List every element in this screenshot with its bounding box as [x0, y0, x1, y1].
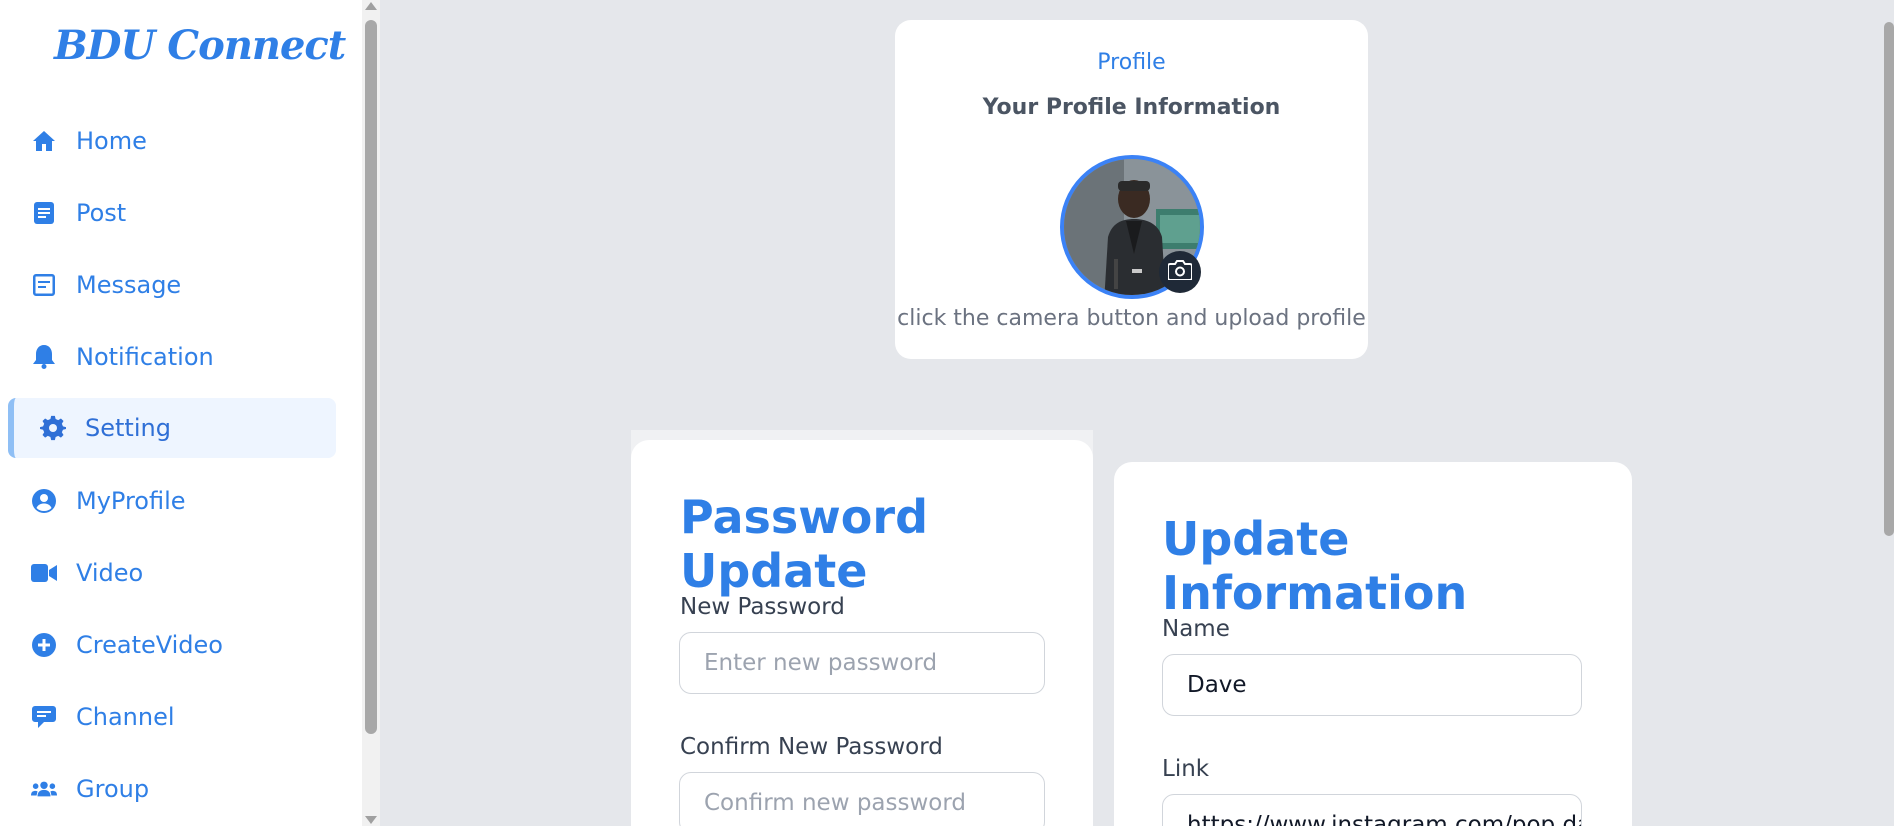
sidebar-item-label: MyProfile [76, 487, 186, 515]
confirm-password-input[interactable]: Confirm new password [679, 772, 1045, 826]
camera-upload-button[interactable] [1159, 251, 1201, 293]
sidebar-scrollbar-thumb[interactable] [365, 20, 377, 734]
sidebar-item-label: Setting [85, 414, 171, 442]
scroll-up-arrow-icon[interactable] [365, 2, 377, 10]
page-scrollbar-thumb[interactable] [1884, 22, 1894, 536]
profile-upload-hint: click the camera button and upload profi… [897, 306, 1366, 331]
new-password-label: New Password [680, 594, 845, 620]
sidebar-item-label: Notification [76, 343, 214, 371]
sidebar-item-notification[interactable]: Notification [8, 327, 336, 387]
profile-card: Profile Your Profile Information click t… [895, 20, 1368, 359]
sidebar-item-home[interactable]: Home [8, 111, 336, 171]
post-icon [31, 200, 57, 226]
sidebar-item-video[interactable]: Video [8, 543, 336, 603]
sidebar: BDU Connect Home Post Message Notificati… [0, 0, 366, 826]
users-icon [31, 776, 57, 802]
message-icon [31, 272, 57, 298]
gear-icon [40, 415, 66, 441]
sidebar-item-label: Home [76, 127, 147, 155]
sidebar-item-setting[interactable]: Setting [8, 398, 336, 458]
sidebar-item-message[interactable]: Message [8, 255, 336, 315]
video-camera-icon [31, 560, 57, 586]
plus-circle-icon [31, 632, 57, 658]
sidebar-item-label: Group [76, 775, 150, 803]
sidebar-item-label: Video [76, 559, 144, 587]
scroll-down-arrow-icon[interactable] [365, 816, 377, 824]
update-information-title: Update Information [1162, 512, 1468, 620]
sidebar-item-label: Channel [76, 703, 175, 731]
sidebar-item-label: Post [76, 199, 127, 227]
link-input[interactable]: https://www.instagram.com/pop.da [1162, 794, 1582, 826]
profile-heading: Profile [1097, 50, 1166, 75]
user-circle-icon [31, 488, 57, 514]
sidebar-item-label: Message [76, 271, 182, 299]
bell-icon [31, 344, 57, 370]
confirm-password-label: Confirm New Password [680, 734, 943, 760]
name-input[interactable]: Dave [1162, 654, 1582, 716]
brand-logo[interactable]: BDU Connect [54, 22, 346, 69]
sidebar-item-channel[interactable]: Channel [8, 687, 336, 747]
home-icon [31, 128, 57, 154]
sidebar-item-group[interactable]: Group [8, 759, 336, 819]
profile-subheading: Your Profile Information [982, 95, 1281, 120]
camera-icon [1167, 260, 1193, 284]
sidebar-item-label: CreateVideo [76, 631, 223, 659]
update-information-card: Update Information Name Dave Link https:… [1114, 462, 1632, 826]
sidebar-item-myprofile[interactable]: MyProfile [8, 471, 336, 531]
sidebar-item-post[interactable]: Post [8, 183, 336, 243]
password-update-card: Password Update New Password Enter new p… [631, 440, 1093, 826]
password-update-title: Password Update [680, 490, 928, 598]
link-label: Link [1162, 756, 1210, 782]
comment-icon [31, 704, 57, 730]
sidebar-item-createvideo[interactable]: CreateVideo [8, 615, 336, 675]
name-label: Name [1162, 616, 1230, 642]
new-password-input[interactable]: Enter new password [679, 632, 1045, 694]
